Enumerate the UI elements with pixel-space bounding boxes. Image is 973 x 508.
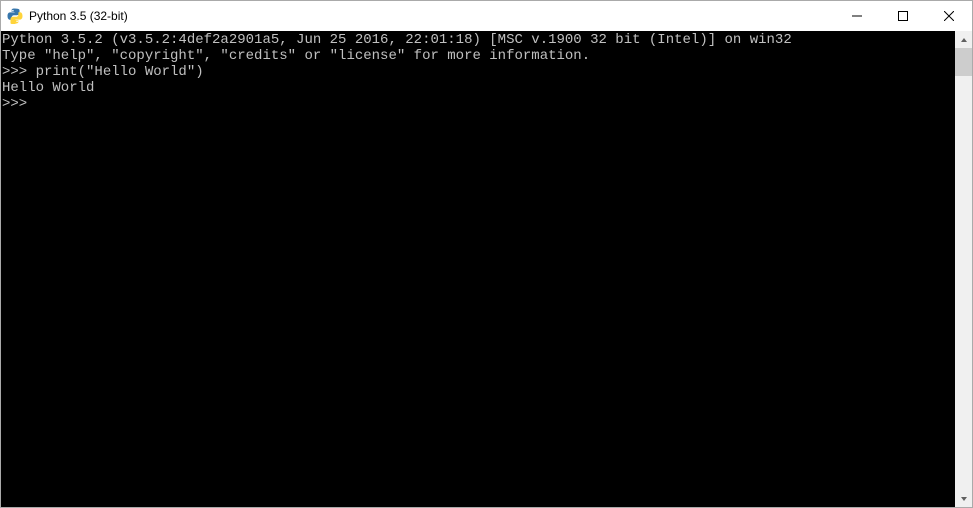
python-console-window: Python 3.5 (32-bit) Python 3.5.2 (v3.5.2… xyxy=(0,0,973,508)
scrollbar-track[interactable] xyxy=(955,48,972,490)
vertical-scrollbar[interactable] xyxy=(955,31,972,507)
scrollbar-thumb[interactable] xyxy=(955,48,972,76)
scroll-up-button[interactable] xyxy=(955,31,972,48)
console-area: Python 3.5.2 (v3.5.2:4def2a2901a5, Jun 2… xyxy=(1,31,972,507)
scroll-down-button[interactable] xyxy=(955,490,972,507)
minimize-button[interactable] xyxy=(834,1,880,31)
console-output[interactable]: Python 3.5.2 (v3.5.2:4def2a2901a5, Jun 2… xyxy=(1,31,955,507)
maximize-button[interactable] xyxy=(880,1,926,31)
window-controls xyxy=(834,1,972,31)
titlebar[interactable]: Python 3.5 (32-bit) xyxy=(1,1,972,31)
python-icon xyxy=(7,8,23,24)
close-button[interactable] xyxy=(926,1,972,31)
window-title: Python 3.5 (32-bit) xyxy=(29,9,128,23)
